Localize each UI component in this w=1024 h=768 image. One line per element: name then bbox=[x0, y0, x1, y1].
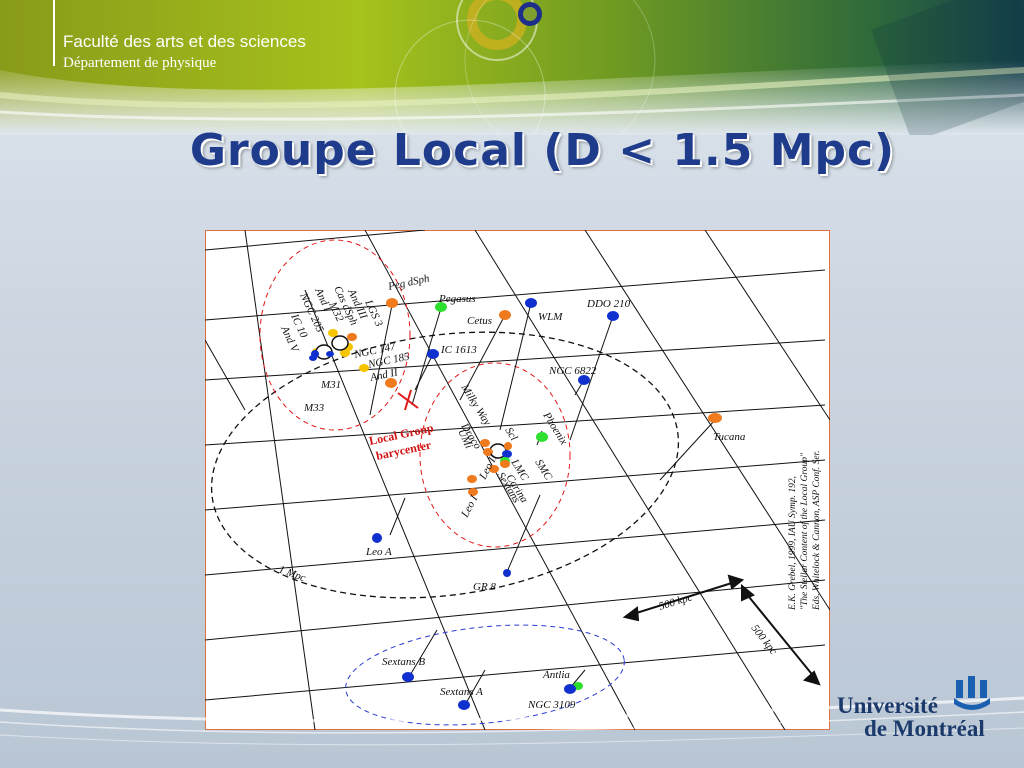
and-iii-dot bbox=[328, 329, 338, 337]
label-ic1613: IC 1613 bbox=[440, 344, 477, 356]
gr8-dot bbox=[503, 569, 511, 577]
label-antlia: Antlia bbox=[542, 669, 570, 681]
sextans-b-dot bbox=[402, 672, 414, 682]
ddo210-dot bbox=[607, 311, 619, 321]
carina-dot bbox=[500, 460, 510, 468]
university-logo: Université de Montréal bbox=[834, 676, 999, 746]
label-m33: M33 bbox=[303, 402, 325, 414]
smc-dot bbox=[502, 450, 512, 458]
label-leo-a: Leo A bbox=[365, 546, 392, 558]
lgs3-dot bbox=[347, 333, 357, 341]
ngc205-dot bbox=[326, 351, 334, 357]
leo-ii-dot bbox=[467, 475, 477, 483]
peg-dsph-dot bbox=[386, 298, 398, 308]
citation-line2: "The Stellar Content of the Local Group" bbox=[799, 452, 810, 610]
label-m31: M31 bbox=[320, 379, 341, 391]
label-sextans-b: Sextans B bbox=[382, 656, 425, 668]
scl-dot bbox=[504, 442, 512, 450]
phoenix-dot bbox=[536, 432, 548, 442]
ic1613-dot bbox=[427, 349, 439, 359]
m31-dot bbox=[331, 335, 349, 351]
udem-logo-icon bbox=[954, 676, 990, 710]
label-wlm: WLM bbox=[538, 311, 563, 323]
citation-line3: Eds. Whitelock & Cannon, ASP Conf. Ser. bbox=[811, 450, 822, 611]
label-ngc6822: NGC 6822 bbox=[548, 365, 597, 377]
label-ddo210: DDO 210 bbox=[586, 298, 631, 310]
label-cetus: Cetus bbox=[467, 315, 492, 327]
header-divider bbox=[53, 0, 55, 66]
slide-title: Groupe Local (D < 1.5 Mpc) bbox=[189, 125, 896, 176]
department-name: Département de physique bbox=[63, 55, 217, 71]
tucana-dot bbox=[708, 413, 722, 423]
m33-dot bbox=[309, 355, 317, 361]
label-tucana: Tucana bbox=[713, 431, 746, 443]
cetus-dot bbox=[499, 310, 511, 320]
logo-text-line2: de Montréal bbox=[864, 716, 985, 741]
label-gr8: GR 8 bbox=[473, 581, 496, 593]
local-group-map: Peg dSph Pegasus Cetus WLM DDO 210 IC 16… bbox=[205, 230, 830, 730]
leo-a-dot bbox=[372, 533, 382, 543]
label-pegasus: Pegasus bbox=[438, 293, 476, 305]
wlm-dot bbox=[525, 298, 537, 308]
citation-line1: E.K. Grebel, 1999, IAU Symp. 192, bbox=[788, 476, 798, 611]
faculty-name: Faculté des arts et des sciences bbox=[63, 32, 306, 51]
